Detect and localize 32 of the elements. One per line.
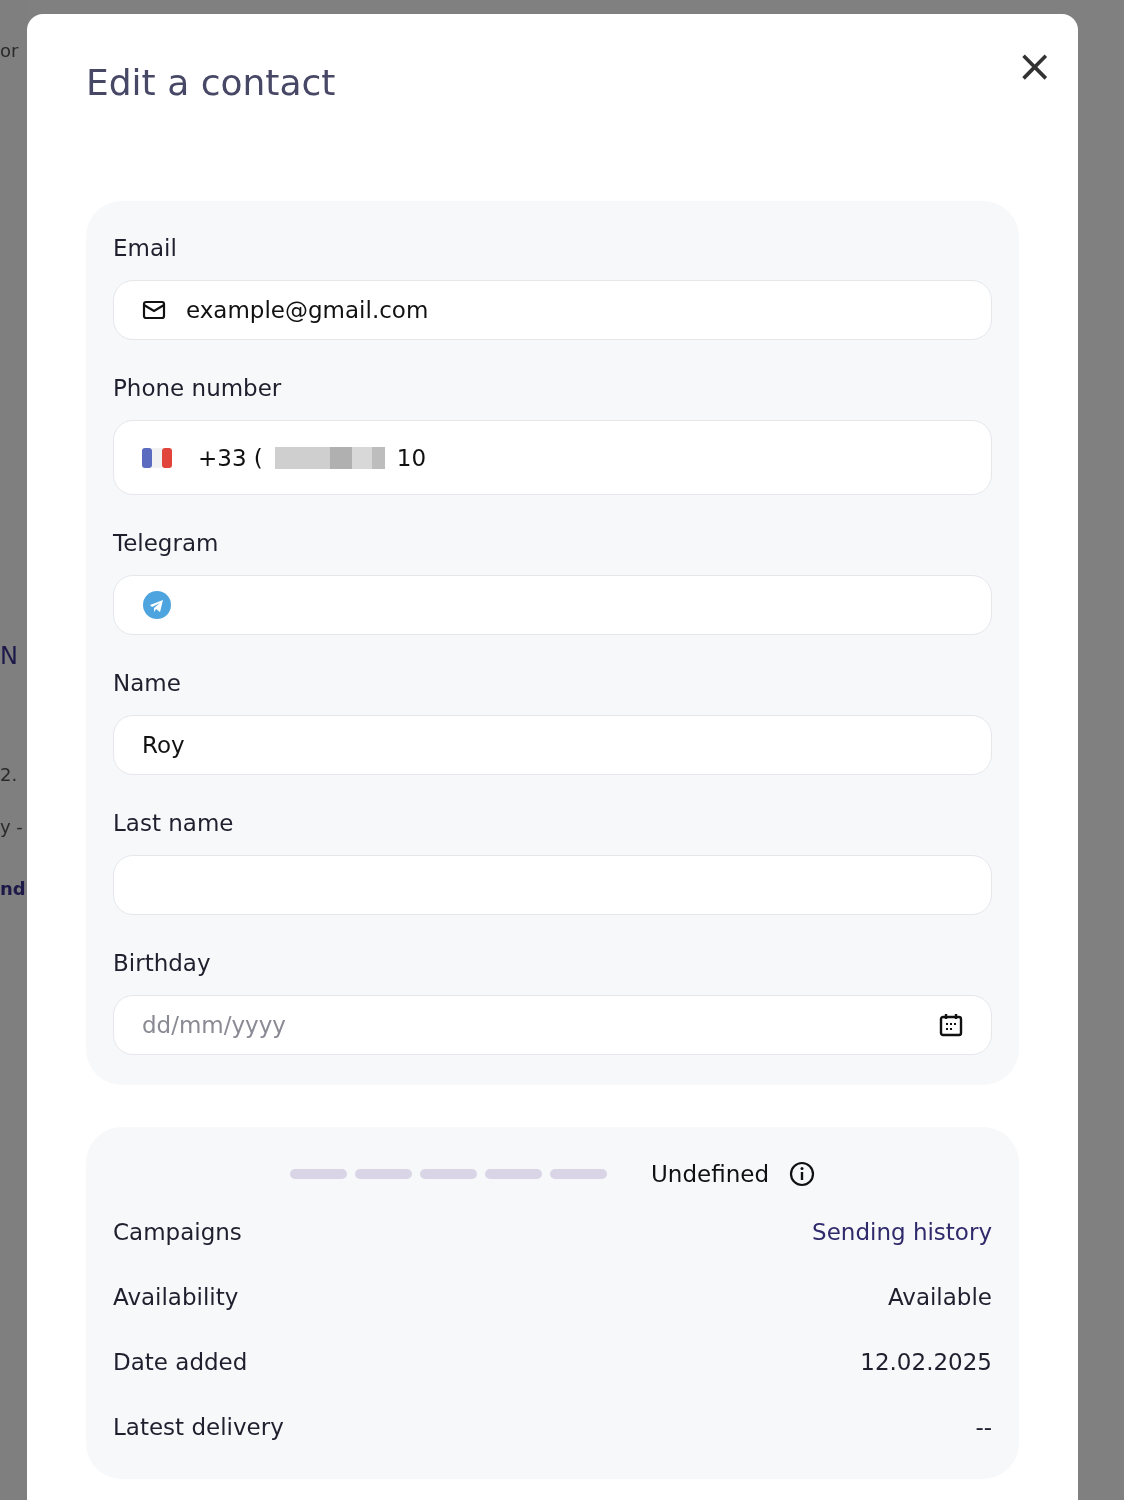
field-label: Telegram	[113, 529, 220, 558]
field-label: Birthday	[113, 949, 212, 978]
field-label: Name	[113, 669, 182, 698]
engagement-status: Undefined	[651, 1161, 769, 1187]
text-field[interactable]	[113, 855, 992, 915]
background-text: or	[0, 40, 19, 61]
background-text: N	[0, 642, 18, 670]
detail-label: Availability	[113, 1283, 239, 1310]
detail-value: --	[975, 1413, 992, 1440]
field-label: Last name	[113, 809, 235, 838]
detail-value: 12.02.2025	[860, 1348, 992, 1375]
background-text: 2.	[0, 764, 18, 785]
calendar-icon[interactable]	[939, 1013, 963, 1037]
detail-value: Available	[887, 1283, 992, 1310]
text-field[interactable]: Roy	[113, 715, 992, 775]
background-text: y -	[0, 816, 23, 837]
detail-label: Campaigns	[113, 1218, 242, 1245]
background-text: nd	[0, 878, 26, 899]
detail-label: Latest delivery	[113, 1413, 284, 1440]
field-label: Phone number	[113, 374, 283, 403]
email-field[interactable]: example@gmail.com	[113, 280, 992, 340]
telegram-field[interactable]	[113, 575, 992, 635]
phone-field[interactable]: +33 ( 10	[113, 420, 992, 495]
flag-icon	[142, 447, 172, 468]
envelope-icon	[142, 300, 166, 320]
sending-history-link[interactable]: Sending history	[812, 1218, 992, 1245]
telegram-icon	[142, 590, 172, 620]
dialog-title: Edit a contact	[86, 62, 336, 103]
field-label: Email	[113, 234, 178, 263]
close-button[interactable]: ×	[1008, 40, 1061, 92]
detail-label: Date added	[113, 1348, 248, 1375]
info-icon[interactable]	[789, 1161, 815, 1187]
